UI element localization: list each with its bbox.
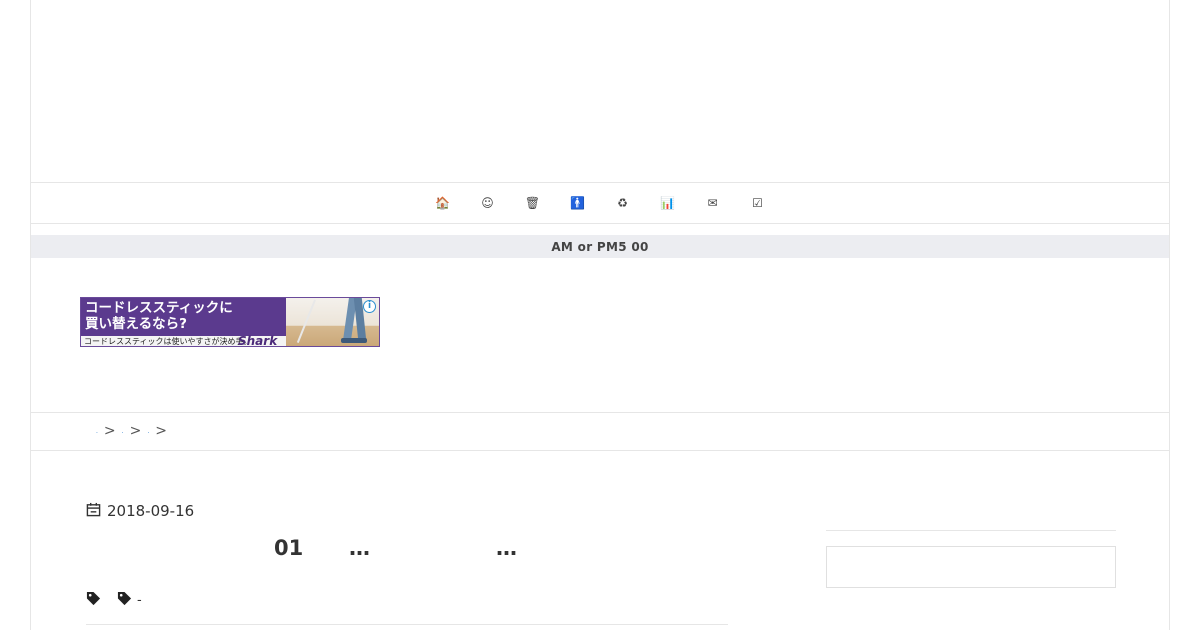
tag-link[interactable]	[86, 591, 101, 610]
breadcrumb-link-subcategory[interactable]: .	[147, 428, 149, 435]
trash-icon[interactable]: 🗑	[510, 183, 555, 223]
header-banner-area	[31, 0, 1169, 182]
ad-headline: コードレススティックに 買い替えるなら?	[81, 298, 286, 336]
post-title-part: …	[496, 536, 517, 560]
post-title: 01 … …	[86, 536, 726, 570]
tag-icon	[117, 591, 132, 610]
breadcrumb-separator: >	[155, 423, 167, 439]
tag-label: -	[137, 592, 142, 608]
tag-icon	[86, 591, 101, 610]
breadcrumb-separator: >	[129, 423, 142, 439]
ad-headline-line1: コードレススティックに	[85, 300, 233, 316]
post-date: 2018-09-16	[86, 500, 194, 522]
checkbox-icon[interactable]: ☑	[735, 183, 780, 223]
notice-bar: AM or PM5 00	[31, 235, 1169, 258]
nav-icon-list: 🏠 ☺ 🗑 🚹 ♻ 📊 ✉ ☑	[31, 183, 1169, 223]
post-title-part: …	[349, 536, 370, 560]
breadcrumb-link-category[interactable]: .	[122, 428, 124, 435]
post-date-text: 2018-09-16	[107, 502, 195, 520]
calendar-icon	[86, 502, 101, 521]
advertisement-banner[interactable]: コードレススティックに 買い替えるなら? コードレススティックは使いやすさが決め…	[80, 297, 380, 347]
ad-headline-line2: 買い替えるなら?	[85, 316, 187, 332]
sidebar-search-box[interactable]	[826, 546, 1116, 588]
envelope-icon[interactable]: ✉	[690, 183, 735, 223]
smile-icon[interactable]: ☺	[465, 183, 510, 223]
post-tags: -	[86, 590, 158, 610]
recycle-icon[interactable]: ♻	[600, 183, 645, 223]
sidebar-divider	[826, 530, 1116, 531]
ad-info-icon[interactable]: i	[363, 300, 376, 313]
post-title-part: 01	[274, 536, 304, 560]
divider	[86, 624, 728, 625]
divider	[31, 450, 1169, 451]
ad-brand-logo: Shark	[238, 334, 278, 347]
icon-nav-bar: 🏠 ☺ 🗑 🚹 ♻ 📊 ✉ ☑	[31, 182, 1169, 224]
divider	[31, 412, 1169, 413]
breadcrumb-separator: >	[103, 423, 116, 439]
notice-text: AM or PM5 00	[551, 239, 649, 254]
home-icon[interactable]: 🏠	[420, 183, 465, 223]
tag-link[interactable]: -	[117, 591, 142, 610]
person-icon[interactable]: 🚹	[555, 183, 600, 223]
page-container: 🏠 ☺ 🗑 🚹 ♻ 📊 ✉ ☑ AM or PM5 00 コードレススティックに 買い替えるな…	[30, 0, 1170, 630]
breadcrumb-link-home[interactable]: .	[96, 428, 98, 435]
breadcrumb: . > . > . >	[96, 421, 173, 441]
bar-chart-icon[interactable]: 📊	[645, 183, 690, 223]
